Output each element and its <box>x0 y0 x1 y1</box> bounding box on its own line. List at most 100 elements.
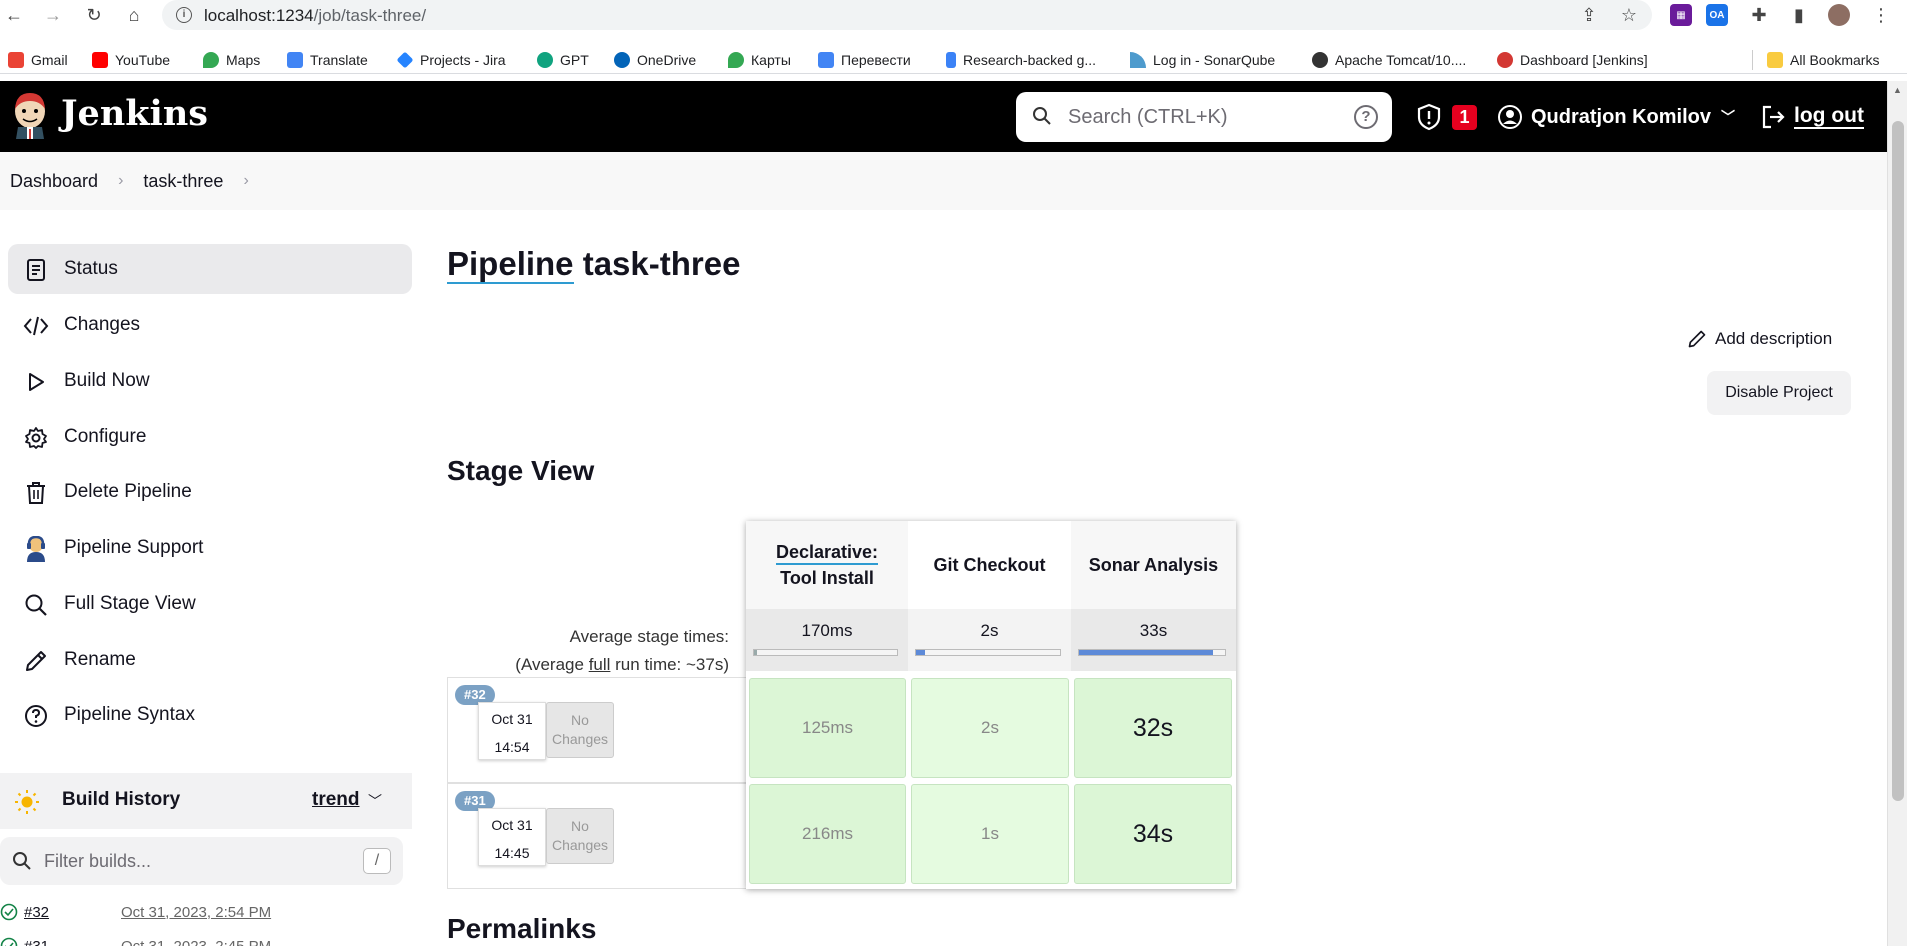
extension-oa-icon[interactable]: OA <box>1706 4 1728 26</box>
share-icon[interactable]: ⇪ <box>1578 4 1600 26</box>
add-description-link[interactable]: Add description <box>1687 329 1832 349</box>
stage-header-sonar-analysis: Sonar Analysis <box>1071 521 1236 609</box>
bookmark-jenkins[interactable]: Dashboard [Jenkins] <box>1497 50 1648 70</box>
browser-menu-icon[interactable]: ⋮ <box>1870 4 1892 26</box>
filter-builds-box[interactable]: / <box>0 837 403 885</box>
sidebar-item-status[interactable]: Status <box>8 244 412 294</box>
stage-avg-cell: 170ms <box>746 609 908 671</box>
home-icon[interactable]: ⌂ <box>122 3 146 27</box>
gmail-icon <box>8 52 24 68</box>
all-bookmarks[interactable]: All Bookmarks <box>1752 50 1879 70</box>
disable-project-button[interactable]: Disable Project <box>1707 371 1851 415</box>
sidebar-item-build-now[interactable]: Build Now <box>8 356 412 406</box>
chevron-down-icon[interactable]: ﹀ <box>368 791 382 811</box>
user-menu[interactable]: Qudratjon Komilov ﹀ <box>1497 102 1735 132</box>
side-panel-icon[interactable]: ▮ <box>1788 4 1810 26</box>
breadcrumb-dashboard[interactable]: Dashboard <box>10 171 98 192</box>
bookmark-translate[interactable]: Translate <box>287 50 368 70</box>
run-date: Oct 31 14:45 <box>478 808 546 866</box>
build-history-row[interactable]: #32 Oct 31, 2023, 2:54 PM <box>0 896 412 928</box>
forward-icon[interactable]: → <box>41 3 65 27</box>
logout-icon <box>1762 105 1785 129</box>
sidebar-item-pipeline-syntax[interactable]: Pipeline Syntax <box>8 690 412 740</box>
average-times-label: Average stage times: (Average full run t… <box>447 623 729 679</box>
page-title-prefix: Pipeline <box>447 245 574 284</box>
search-box[interactable]: ? <box>1016 92 1392 142</box>
bookmark-maps[interactable]: Maps <box>203 50 260 70</box>
site-info-icon[interactable]: i <box>176 7 192 23</box>
chevron-down-icon[interactable]: ﹀ <box>1721 107 1735 127</box>
stage-cell-success[interactable]: 34s <box>1074 784 1232 884</box>
stage-avg-bar-fill <box>1079 650 1214 655</box>
build-number-link[interactable]: #32 <box>24 904 49 921</box>
trend-link[interactable]: trend <box>312 789 360 811</box>
build-number-link[interactable]: #31 <box>24 938 49 946</box>
bookmark-youtube[interactable]: YouTube <box>92 50 170 70</box>
avg-stage-times-label: Average stage times: <box>569 627 729 646</box>
translate-icon <box>287 52 303 68</box>
gear-icon <box>23 425 49 451</box>
page-scrollbar[interactable]: ▲ <box>1887 81 1907 946</box>
jenkins-icon <box>1497 52 1513 68</box>
run-changes: No Changes <box>546 808 614 864</box>
chevron-right-icon[interactable]: › <box>243 172 248 190</box>
sidebar-item-changes[interactable]: Changes <box>8 300 412 350</box>
sidebar-item-rename[interactable]: Rename <box>8 635 412 685</box>
search-help-icon[interactable]: ? <box>1354 105 1378 129</box>
bookmark-gmail[interactable]: Gmail <box>8 50 68 70</box>
youtube-icon <box>92 52 108 68</box>
stage-avg-bar-fill <box>754 650 757 655</box>
address-bar[interactable]: i localhost:1234/job/task-three/ ⇪ ☆ <box>162 0 1652 30</box>
bookmark-karty[interactable]: Карты <box>728 50 791 70</box>
jenkins-brand[interactable]: Jenkins <box>61 93 208 134</box>
bookmark-sonarqube[interactable]: Log in - SonarQube <box>1130 50 1275 70</box>
extension-purple-icon[interactable]: ▦ <box>1670 4 1692 26</box>
build-date-link[interactable]: Oct 31, 2023, 2:45 PM <box>121 938 271 946</box>
sidebar-item-configure[interactable]: Configure <box>8 412 412 462</box>
bookmark-research[interactable]: Research-backed g... <box>946 50 1096 70</box>
bookmark-jira[interactable]: Projects - Jira <box>396 50 506 70</box>
sun-weather-icon <box>15 790 39 814</box>
stage-cell-success[interactable]: 2s <box>911 678 1069 778</box>
logout-link[interactable]: log out <box>1760 102 1864 132</box>
stage-cell-success[interactable]: 32s <box>1074 678 1232 778</box>
help-icon <box>23 703 49 729</box>
stage-cell-success[interactable]: 216ms <box>749 784 906 884</box>
security-count-badge[interactable]: 1 <box>1452 105 1477 130</box>
bookmark-tomcat[interactable]: Apache Tomcat/10.... <box>1312 50 1466 70</box>
build-history-row[interactable]: #31 Oct 31, 2023, 2:45 PM <box>0 930 412 946</box>
sidebar-item-delete-pipeline[interactable]: Delete Pipeline <box>8 467 412 517</box>
back-icon[interactable]: ← <box>2 3 26 27</box>
filter-builds-input[interactable] <box>44 849 344 873</box>
sidebar-item-pipeline-support[interactable]: Pipeline Support <box>8 523 412 573</box>
stage-cell-success[interactable]: 125ms <box>749 678 906 778</box>
url-path: /job/task-three/ <box>313 6 427 25</box>
chevron-right-icon: › <box>118 172 124 189</box>
scrollbar-thumb[interactable] <box>1892 121 1904 801</box>
play-icon <box>23 369 49 395</box>
security-shield-icon[interactable] <box>1416 103 1442 131</box>
stage-avg-bar <box>1078 649 1226 656</box>
extensions-puzzle-icon[interactable]: ✚ <box>1748 4 1770 26</box>
search-input[interactable] <box>1068 102 1338 132</box>
full-run-link[interactable]: full <box>589 655 611 674</box>
bookmark-perevesti[interactable]: Перевести <box>818 50 911 70</box>
breadcrumb-task-three[interactable]: task-three <box>143 171 223 192</box>
run-row-31: #31 Oct 31 14:45 No Changes <box>447 783 746 889</box>
search-icon <box>23 592 49 618</box>
onedrive-icon <box>614 52 630 68</box>
scroll-up-icon[interactable]: ▲ <box>1893 85 1902 95</box>
browser-toolbar: ← → ↻ ⌂ i localhost:1234/job/task-three/… <box>0 0 1907 32</box>
profile-avatar[interactable] <box>1828 4 1850 26</box>
bookmark-star-icon[interactable]: ☆ <box>1618 4 1640 26</box>
sidebar-item-full-stage-view[interactable]: Full Stage View <box>8 579 412 629</box>
support-icon <box>23 536 49 562</box>
build-date-link[interactable]: Oct 31, 2023, 2:54 PM <box>121 904 271 921</box>
jira-icon <box>396 51 414 69</box>
bookmark-gpt[interactable]: GPT <box>537 50 589 70</box>
stage-cell-success[interactable]: 1s <box>911 784 1069 884</box>
jenkins-logo-icon[interactable] <box>10 91 50 139</box>
bookmark-onedrive[interactable]: OneDrive <box>614 50 696 70</box>
reload-icon[interactable]: ↻ <box>82 3 106 27</box>
stage-avg-bar-fill <box>916 650 925 655</box>
